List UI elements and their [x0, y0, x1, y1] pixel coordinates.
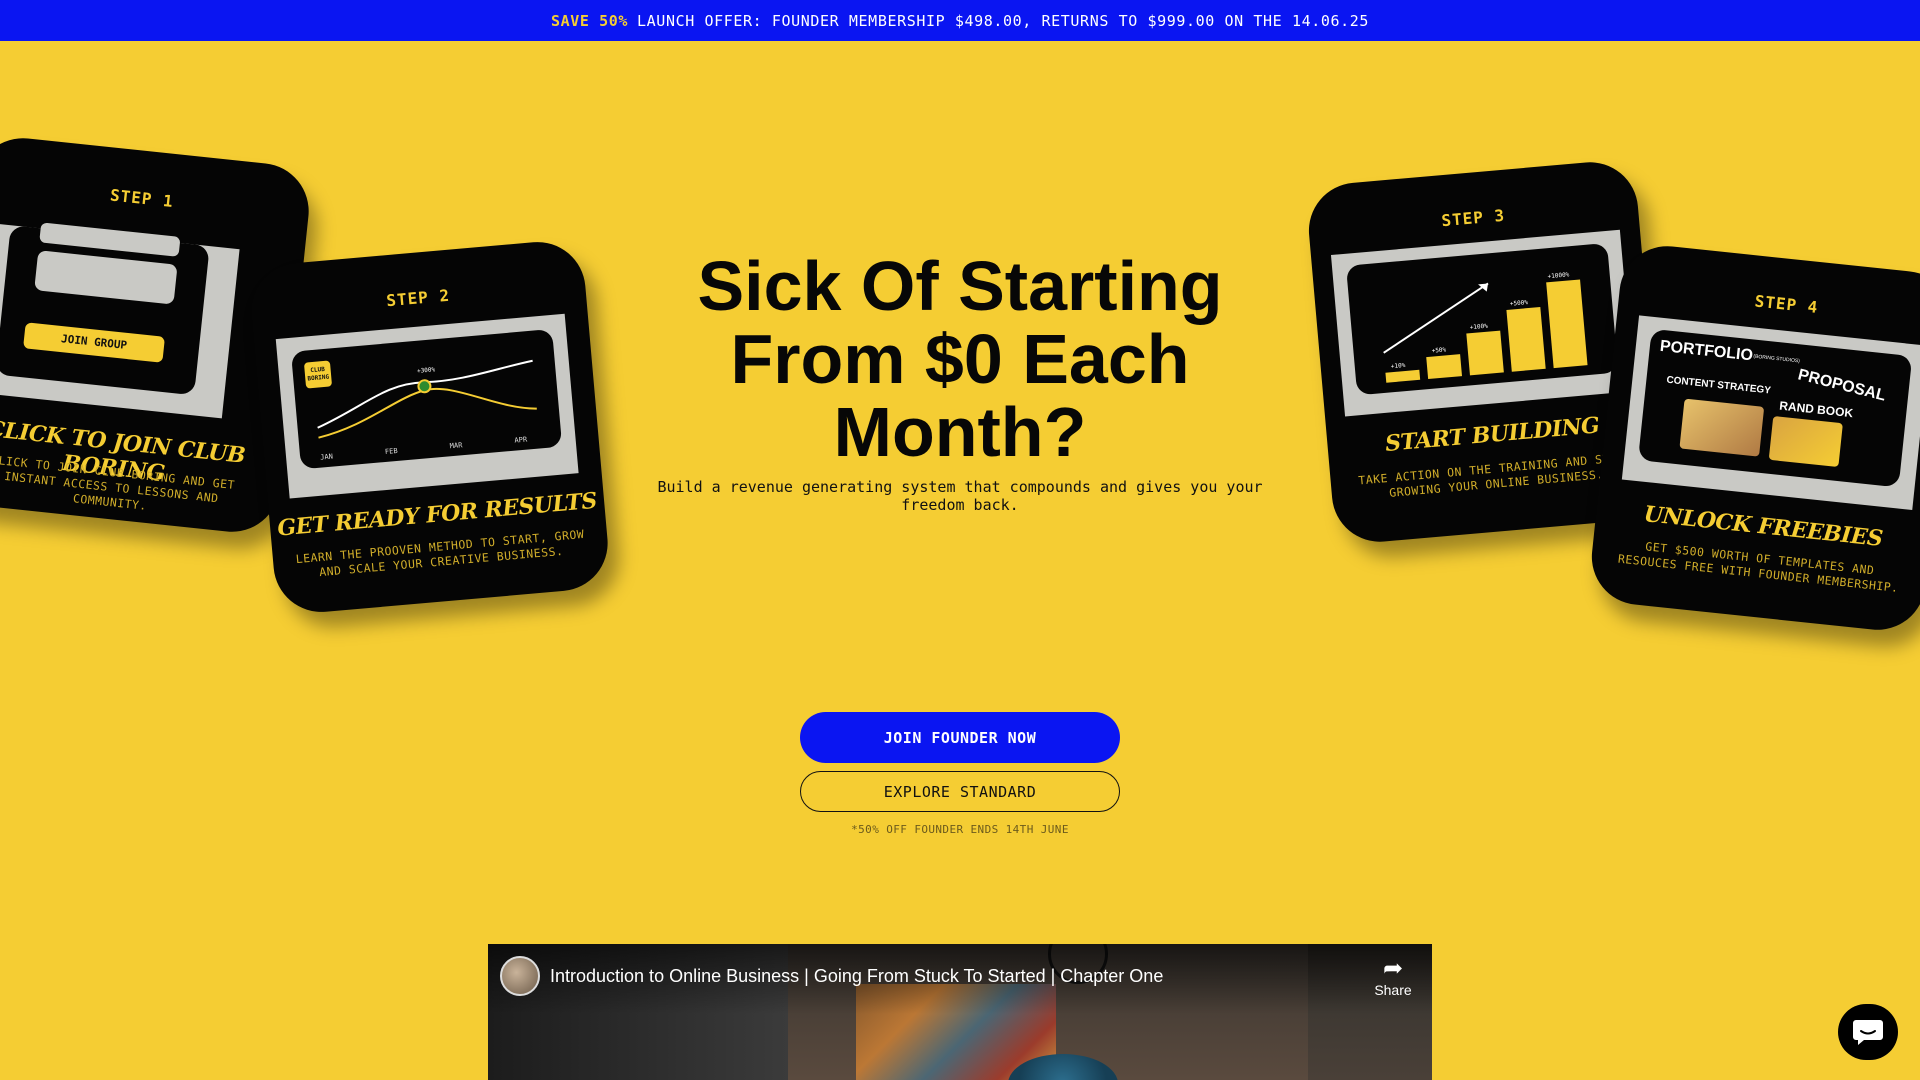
share-icon: ➦ — [1382, 955, 1404, 982]
step-4-screen: PORTFOLIO (BORING STUDIOS) PROPOSAL CONT… — [1621, 315, 1920, 511]
growth-bar-chart: +10% +50% +100% +500% +1000% — [1383, 271, 1588, 383]
share-button[interactable]: ➦ Share — [1368, 955, 1418, 999]
month-mar: MAR — [449, 441, 463, 450]
step-4-card: STEP 4 PORTFOLIO (BORING STUDIOS) PROPOS… — [1587, 241, 1920, 635]
growth-line-chart: +300% JAN FEB MAR APR — [317, 359, 537, 462]
step-1-label: STEP 1 — [109, 185, 175, 212]
banner-highlight: SAVE 50% — [551, 11, 629, 30]
freebie-image-1 — [1679, 398, 1765, 457]
video-title[interactable]: Introduction to Online Business | Going … — [550, 966, 1163, 987]
join-group-mock-button: JOIN GROUP — [23, 322, 166, 363]
announcement-banner: SAVE 50% LAUNCH OFFER: FOUNDER MEMBERSHI… — [0, 0, 1920, 41]
step-1-screen: JOIN GROUP — [0, 222, 240, 419]
bar-label-3: +100% — [1470, 323, 1489, 332]
explore-standard-button[interactable]: EXPLORE STANDARD — [800, 771, 1120, 812]
bar-label-4: +500% — [1510, 299, 1529, 308]
share-label: Share — [1374, 982, 1412, 998]
bar-label-1: +10% — [1391, 362, 1406, 370]
bar-label-5: +1000% — [1547, 271, 1570, 280]
freebie-image-2 — [1768, 415, 1843, 468]
month-jan: JAN — [320, 453, 333, 462]
channel-avatar[interactable] — [500, 956, 540, 996]
portfolio-studio-label: (BORING STUDIOS) — [1753, 353, 1801, 365]
banner-text: LAUNCH OFFER: FOUNDER MEMBERSHIP $498.00… — [637, 11, 1369, 30]
chat-widget-button[interactable] — [1838, 1004, 1898, 1060]
chat-bubble-icon — [1853, 1020, 1883, 1045]
offer-note: *50% OFF FOUNDER ENDS 14TH JUNE — [851, 823, 1069, 836]
bar-label-2: +50% — [1431, 346, 1446, 354]
month-apr: APR — [514, 435, 528, 444]
chart-peak-label: +300% — [417, 366, 436, 375]
month-feb: FEB — [385, 447, 398, 456]
hero-subtitle: Build a revenue generating system that c… — [657, 478, 1263, 514]
step-3-screen: +10% +50% +100% +500% +1000% — [1330, 229, 1634, 417]
step-2-card: STEP 2 CLUB BORING +300% JAN FEB MAR APR… — [247, 238, 612, 616]
step-2-screen: CLUB BORING +300% JAN FEB MAR APR — [275, 313, 579, 499]
proposal-label: PROPOSAL — [1796, 366, 1888, 405]
video-player[interactable]: Introduction to Online Business | Going … — [488, 944, 1432, 1080]
content-strategy-label: CONTENT STRATEGY — [1665, 374, 1772, 397]
hero-title: Sick Of Starting From $0 Each Month? — [697, 247, 1223, 471]
join-founder-button[interactable]: JOIN FOUNDER NOW — [800, 712, 1120, 763]
step-2-label: STEP 2 — [385, 285, 451, 311]
portfolio-label: PORTFOLIO — [1659, 337, 1754, 365]
